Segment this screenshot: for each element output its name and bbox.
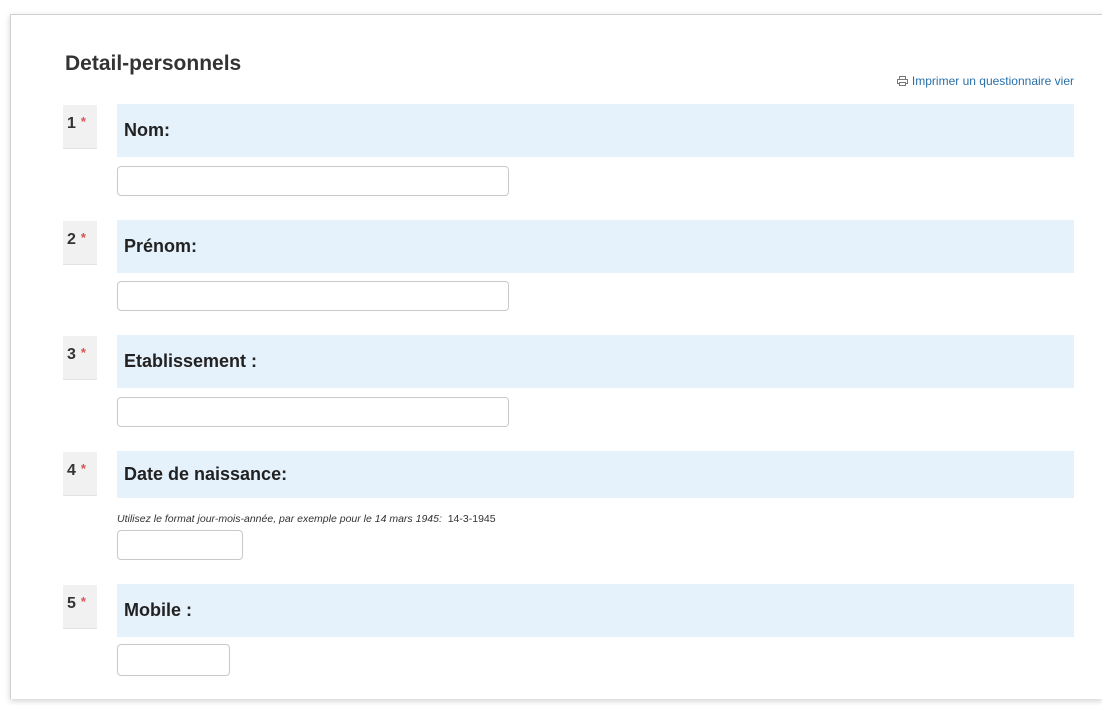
question-label: Etablissement : bbox=[117, 335, 1074, 388]
nom-input[interactable] bbox=[117, 166, 509, 196]
question-label: Mobile : bbox=[117, 584, 1074, 637]
date-format-hint: Utilisez le format jour-mois-année, par … bbox=[117, 513, 496, 525]
printer-icon bbox=[896, 76, 908, 86]
question-number: 1 * bbox=[63, 105, 97, 149]
question-label: Date de naissance: bbox=[117, 451, 1074, 498]
mobile-input[interactable] bbox=[117, 644, 230, 676]
print-link-label: Imprimer un questionnaire vier bbox=[911, 74, 1074, 88]
question-number: 4 * bbox=[63, 452, 97, 496]
question-label: Nom: bbox=[117, 104, 1074, 157]
required-star: * bbox=[80, 114, 86, 129]
required-star: * bbox=[80, 230, 86, 245]
print-blank-questionnaire-link[interactable]: Imprimer un questionnaire vier bbox=[896, 74, 1074, 88]
question-number: 5 * bbox=[63, 585, 97, 629]
date-of-birth-input[interactable] bbox=[117, 530, 243, 560]
page-title: Detail-personnels bbox=[65, 52, 242, 75]
etablissement-input[interactable] bbox=[117, 397, 509, 427]
required-star: * bbox=[80, 345, 86, 360]
question-label: Prénom: bbox=[117, 220, 1074, 273]
question-number: 3 * bbox=[63, 336, 97, 380]
prenom-input[interactable] bbox=[117, 281, 509, 311]
required-star: * bbox=[80, 594, 86, 609]
question-number: 2 * bbox=[63, 221, 97, 265]
required-star: * bbox=[80, 461, 86, 476]
